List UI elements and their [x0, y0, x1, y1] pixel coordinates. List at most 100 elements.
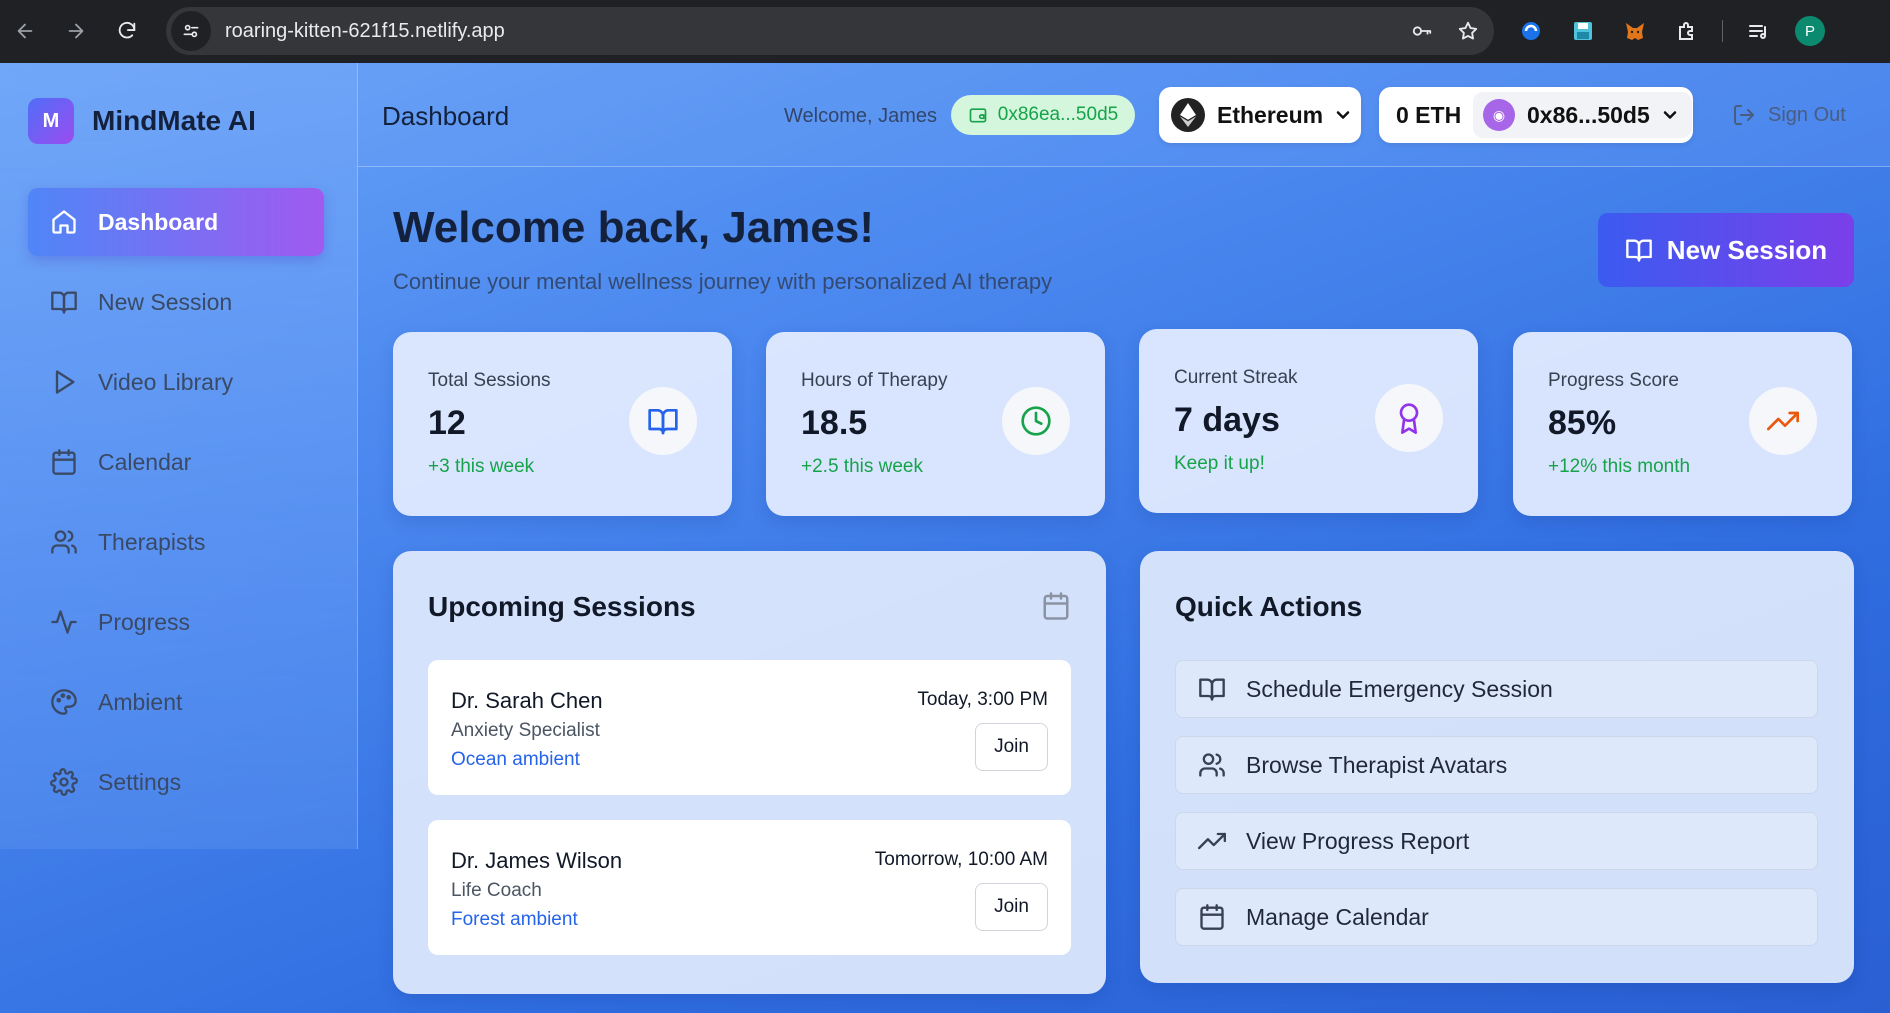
stat-label: Progress Score: [1548, 370, 1679, 391]
account-button[interactable]: 0 ETH ◉ 0x86...50d5: [1379, 87, 1693, 143]
quick-action-browse-avatars[interactable]: Browse Therapist Avatars: [1175, 736, 1818, 794]
gear-icon: [50, 768, 78, 796]
quick-action-emergency-session[interactable]: Schedule Emergency Session: [1175, 660, 1818, 718]
activity-icon: [51, 610, 77, 634]
quick-action-label: Manage Calendar: [1246, 903, 1429, 930]
sidebar-item-new-session[interactable]: New Session: [28, 268, 324, 336]
quick-action-label: View Progress Report: [1246, 827, 1470, 854]
sidebar-item-dashboard[interactable]: Dashboard: [28, 188, 324, 256]
sidebar-item-calendar[interactable]: Calendar: [28, 428, 324, 496]
password-key-button[interactable]: [1402, 11, 1442, 51]
wallet-address-text: 0x86ea...50d5: [997, 104, 1119, 125]
chevron-down-icon: [1663, 111, 1677, 119]
arrow-left-icon: [17, 23, 33, 39]
stat-label: Hours of Therapy: [801, 370, 948, 391]
sidebar-item-label: New Session: [98, 288, 233, 315]
sidebar-item-video-library[interactable]: Video Library: [28, 348, 324, 416]
account-address-text: 0x86...50d5: [1527, 101, 1650, 128]
back-button[interactable]: [4, 10, 46, 52]
browser-toolbar: roaring-kitten-621f15.netlify.app P: [0, 0, 1890, 63]
stat-card-progress-score: Progress Score 85% +12% this month: [1513, 332, 1852, 516]
profile-button[interactable]: P: [1789, 10, 1831, 52]
stat-delta: Keep it up!: [1174, 453, 1265, 474]
quick-action-manage-calendar[interactable]: Manage Calendar: [1175, 888, 1818, 946]
key-icon: [1412, 26, 1432, 36]
therapist-name: Dr. Sarah Chen: [451, 688, 603, 713]
sidebar-item-label: Settings: [98, 768, 182, 795]
sidebar-menu: Dashboard New Session Video Library Cale…: [28, 188, 324, 828]
url-text[interactable]: roaring-kitten-621f15.netlify.app: [225, 20, 1402, 43]
calendar-icon: [52, 449, 76, 475]
stat-card-total-sessions: Total Sessions 12 +3 this week: [393, 332, 732, 516]
join-button[interactable]: Join: [975, 883, 1048, 931]
site-info-button[interactable]: [171, 11, 211, 51]
palette-icon: [51, 689, 77, 715]
calendar-icon: [1200, 904, 1224, 930]
therapist-role: Life Coach: [451, 880, 542, 901]
session-time: Tomorrow, 10:00 AM: [874, 849, 1048, 870]
quick-actions-panel: Quick Actions Schedule Emergency Session…: [1140, 551, 1854, 983]
metamask-button[interactable]: [1614, 10, 1656, 52]
play-icon: [55, 370, 75, 394]
therapist-role: Anxiety Specialist: [451, 720, 600, 741]
stat-card-hours-therapy: Hours of Therapy 18.5 +2.5 this week: [766, 332, 1105, 516]
welcome-user-text: Welcome, James: [784, 105, 938, 127]
sidebar-item-label: Progress: [98, 608, 191, 635]
sidebar-item-label: Calendar: [98, 448, 192, 475]
welcome-heading: Welcome back, James!: [393, 203, 874, 252]
join-button[interactable]: Join: [975, 723, 1048, 771]
toolbar-divider: [1722, 20, 1723, 42]
account-balance: 0 ETH: [1396, 101, 1462, 128]
sidebar-item-progress[interactable]: Progress: [28, 588, 324, 656]
extension-swirl-icon: [1522, 22, 1540, 40]
fox-icon: [1626, 23, 1644, 40]
clock-icon: [1021, 406, 1051, 436]
forward-button[interactable]: [55, 10, 97, 52]
stat-delta: +2.5 this week: [801, 456, 923, 477]
extension-blue-button[interactable]: [1510, 10, 1552, 52]
stat-icon-wrap: [629, 387, 697, 455]
book-icon: [1199, 678, 1225, 701]
quick-action-progress-report[interactable]: View Progress Report: [1175, 812, 1818, 870]
stat-label: Current Streak: [1174, 367, 1298, 388]
bookmark-button[interactable]: [1448, 11, 1488, 51]
media-controls-button[interactable]: [1737, 10, 1779, 52]
home-icon: [52, 210, 76, 234]
stat-delta: +3 this week: [428, 456, 535, 477]
award-icon: [1399, 403, 1419, 434]
sidebar-item-label: Ambient: [98, 688, 183, 715]
app-root: M MindMate AI Dashboard New Session Vide…: [0, 63, 1890, 1013]
sidebar-item-ambient[interactable]: Ambient: [28, 668, 324, 736]
top-header: Dashboard Welcome, James 0x86ea...50d5 E…: [358, 63, 1890, 167]
new-session-button[interactable]: New Session: [1598, 213, 1854, 287]
brand[interactable]: M MindMate AI: [28, 98, 256, 144]
brand-logo: M: [28, 98, 74, 144]
network-selector[interactable]: Ethereum: [1159, 87, 1361, 143]
reload-button[interactable]: [106, 10, 148, 52]
profile-avatar: P: [1795, 16, 1825, 46]
sidebar-item-settings[interactable]: Settings: [28, 748, 324, 816]
sidebar-item-therapists[interactable]: Therapists: [28, 508, 324, 576]
extensions-menu-button[interactable]: [1666, 10, 1708, 52]
sign-out-button[interactable]: Sign Out: [1732, 103, 1846, 127]
page-title: Dashboard: [382, 101, 510, 131]
stat-icon-wrap: [1749, 387, 1817, 455]
ambient-link[interactable]: Ocean ambient: [451, 749, 580, 771]
account-avatar-icon: ◉: [1483, 99, 1515, 131]
address-bar[interactable]: roaring-kitten-621f15.netlify.app: [166, 7, 1494, 55]
extension-save-button[interactable]: [1562, 10, 1604, 52]
trending-up-icon: [1198, 832, 1226, 850]
stat-value: 12: [428, 404, 466, 442]
users-icon: [51, 530, 77, 554]
star-icon: [1458, 21, 1478, 40]
trending-up-icon: [1767, 411, 1799, 431]
calendar-icon[interactable]: [1041, 591, 1071, 621]
brand-name: MindMate AI: [92, 105, 256, 136]
sidebar-item-label: Dashboard: [98, 208, 219, 235]
stat-icon-wrap: [1002, 387, 1070, 455]
reload-icon: [118, 21, 136, 39]
ambient-link[interactable]: Forest ambient: [451, 909, 578, 931]
session-card: Dr. James Wilson Life Coach Forest ambie…: [428, 820, 1071, 955]
upcoming-sessions-title: Upcoming Sessions: [428, 591, 696, 622]
account-address-chip[interactable]: ◉ 0x86...50d5: [1473, 92, 1692, 138]
